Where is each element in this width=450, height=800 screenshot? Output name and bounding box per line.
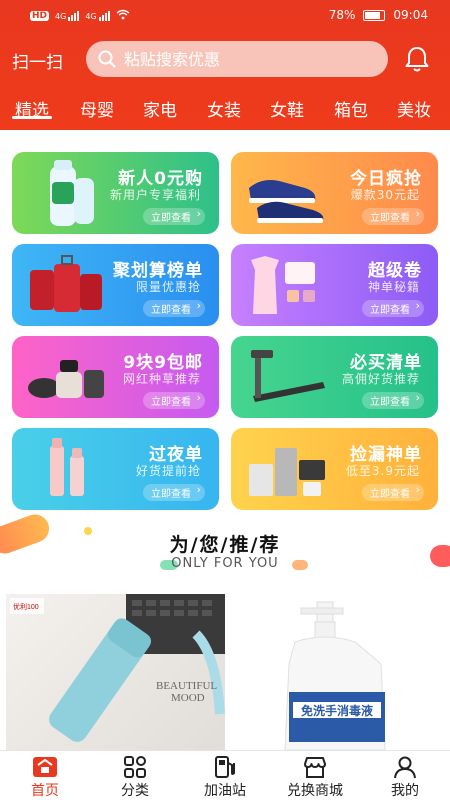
view-now-button[interactable]: 立即查看	[362, 391, 424, 409]
promo-card-subtitle: 新用户专享福利	[109, 188, 201, 202]
sneakers-image	[249, 180, 324, 223]
tab-appliances[interactable]: 家电	[140, 96, 180, 121]
view-now-button[interactable]: 立即查看	[143, 391, 205, 409]
wifi-icon	[116, 9, 130, 23]
tab-womens-clothing[interactable]: 女装	[204, 96, 244, 121]
home-icon	[33, 757, 57, 777]
image-text: BEAUTIFUL	[156, 680, 217, 692]
promo-card-must-buy[interactable]: 必买清单 高佣好货推荐 立即查看	[231, 336, 438, 418]
promo-grid: 新人0元购 新用户专享福利 立即查看 今日疯抢 爆款30元起 立即查看 聚划算榜…	[12, 152, 438, 510]
view-now-button[interactable]: 立即查看	[143, 483, 205, 501]
thermos-product-image: BEAUTIFUL MOOD 优利100	[10, 594, 225, 742]
view-now-button[interactable]: 立即查看	[143, 207, 205, 225]
promo-card-super-coupon[interactable]: 超级卷 神单秘籍 立即查看	[231, 244, 438, 326]
sanitizer-product-image: 免洗手消毒液	[284, 601, 386, 750]
battery-percent: 78%	[328, 8, 356, 22]
tab-womens-shoes[interactable]: 女鞋	[267, 96, 307, 121]
battery-icon	[363, 9, 386, 21]
promo-card-subtitle: 爆款30元起	[350, 188, 420, 202]
category-tabs: 精选 母婴 家电 女装 女鞋 箱包 美妆	[0, 96, 450, 130]
view-now-button[interactable]: 立即查看	[362, 483, 424, 501]
cosmetics-image	[50, 438, 84, 496]
recommend-subtitle: ONLY FOR YOU	[171, 556, 279, 571]
nav-store[interactable]: 兑换商城	[270, 751, 360, 800]
tab-featured[interactable]: 精选	[12, 96, 52, 121]
network-4g-1: 4G	[55, 11, 80, 21]
promo-card-subtitle: 限量优惠抢	[135, 280, 201, 294]
image-text: MOOD	[171, 692, 205, 704]
recommend-title: 为/您/推/荐	[169, 534, 281, 556]
shampoo-bottle-image	[50, 160, 94, 226]
search-icon	[98, 50, 116, 68]
view-now-button[interactable]: 立即查看	[362, 207, 424, 225]
luggage-image	[30, 255, 102, 312]
promo-card-subtitle: 高佣好货推荐	[341, 372, 420, 386]
product-card-sanitizer[interactable]: 免洗手消毒液	[231, 594, 450, 750]
status-bar: HD 4G 4G 78% 09:04	[0, 0, 450, 30]
search-input[interactable]	[124, 49, 364, 69]
promo-card-subtitle: 低至3.9元起	[345, 464, 420, 478]
clothing-image	[251, 256, 315, 314]
brand-badge: 优利100	[13, 602, 39, 611]
appliances-image	[28, 360, 104, 398]
home-appliances-image	[249, 448, 325, 496]
hd-badge: HD	[30, 11, 50, 21]
tab-bags[interactable]: 箱包	[331, 96, 371, 121]
clock: 09:04	[393, 8, 428, 22]
tab-beauty[interactable]: 美妆	[394, 96, 434, 121]
nav-profile[interactable]: 我的	[360, 751, 450, 800]
promo-card-juhuasuan[interactable]: 聚划算榜单 限量优惠抢 立即查看	[12, 244, 219, 326]
promo-card-free-shipping[interactable]: 9块9包邮 网红种草推荐 立即查看	[12, 336, 219, 418]
search-bar[interactable]	[86, 41, 388, 77]
tab-maternity[interactable]: 母婴	[77, 96, 117, 121]
gas-station-icon	[215, 756, 235, 778]
image-text: 免洗手消毒液	[301, 703, 373, 718]
network-4g-2: 4G	[85, 11, 110, 21]
category-icon	[124, 756, 146, 778]
promo-card-new-user[interactable]: 新人0元购 新用户专享福利 立即查看	[12, 152, 219, 234]
scan-button[interactable]: 扫一扫	[12, 48, 63, 73]
promo-card-subtitle: 神单秘籍	[367, 280, 420, 294]
bottom-navigation: 首页 分类 加油站 兑换商城 我的	[0, 750, 450, 800]
view-now-button[interactable]: 立即查看	[143, 299, 205, 317]
store-icon	[304, 757, 326, 778]
treadmill-image	[251, 350, 325, 402]
promo-card-subtitle: 网红种草推荐	[122, 372, 201, 386]
nav-gas-station[interactable]: 加油站	[180, 751, 270, 800]
product-card-thermos[interactable]: BEAUTIFUL MOOD 优利100	[6, 594, 225, 750]
promo-card-bargain[interactable]: 捡漏神单 低至3.9元起 立即查看	[231, 428, 438, 510]
bell-icon[interactable]	[402, 44, 432, 74]
promo-card-subtitle: 好货提前抢	[135, 464, 201, 478]
profile-icon	[394, 756, 416, 779]
promo-card-overnight[interactable]: 过夜单 好货提前抢 立即查看	[12, 428, 219, 510]
view-now-button[interactable]: 立即查看	[362, 299, 424, 317]
promo-card-daily-rush[interactable]: 今日疯抢 爆款30元起 立即查看	[231, 152, 438, 234]
nav-category[interactable]: 分类	[90, 751, 180, 800]
nav-home[interactable]: 首页	[0, 751, 90, 800]
